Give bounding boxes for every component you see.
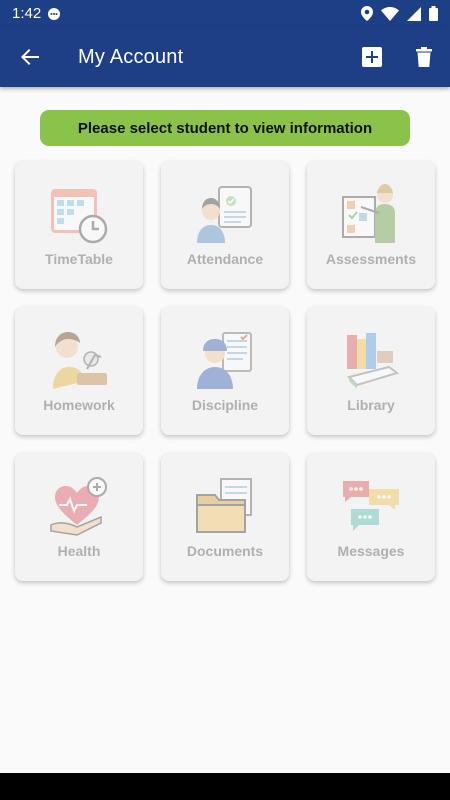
homework-icon [53, 332, 107, 389]
trash-icon [416, 47, 432, 67]
status-bar: 1:42 [0, 0, 450, 27]
page-title: My Account [78, 45, 184, 68]
health-icon [50, 477, 107, 536]
timetable-icon [51, 189, 108, 244]
tile-homework[interactable]: Homework [15, 307, 143, 435]
tile-assessments[interactable]: Assessments [307, 161, 435, 289]
tile-health[interactable]: Health [15, 453, 143, 581]
wifi-icon [381, 6, 399, 21]
arrow-back-icon [21, 49, 39, 65]
add-button[interactable] [346, 27, 398, 87]
status-time: 1:42 [12, 5, 42, 22]
library-icon [347, 333, 400, 389]
tile-timetable[interactable]: TimeTable [15, 161, 143, 289]
tile-library[interactable]: Library [307, 307, 435, 435]
tile-label: Discipline [191, 397, 259, 413]
signal-icon [407, 6, 421, 21]
tile-messages[interactable]: Messages [307, 453, 435, 581]
tile-label: Health [57, 543, 101, 559]
system-navigation-bar [0, 773, 450, 800]
location-icon [361, 6, 373, 21]
tile-attendance[interactable]: Attendance [161, 161, 289, 289]
add-box-icon [362, 47, 382, 67]
attendance-icon [197, 186, 252, 243]
delete-button[interactable] [398, 27, 450, 87]
tile-discipline[interactable]: Discipline [161, 307, 289, 435]
tile-label: TimeTable [45, 251, 113, 267]
select-student-banner: Please select student to view informatio… [40, 110, 410, 146]
tile-label: Library [347, 397, 395, 413]
assessments-icon [342, 184, 395, 243]
discipline-icon [197, 332, 252, 389]
tile-label: Messages [337, 543, 405, 559]
chat-notification-icon [48, 7, 61, 20]
documents-icon [196, 478, 252, 533]
battery-icon [429, 6, 438, 21]
tile-label: Attendance [186, 251, 264, 267]
messages-icon [343, 481, 399, 531]
tile-label: Assessments [325, 251, 417, 267]
tile-label: Homework [43, 397, 115, 413]
tile-documents[interactable]: Documents [161, 453, 289, 581]
back-button[interactable] [0, 27, 60, 87]
app-bar: My Account [0, 27, 450, 87]
tile-label: Documents [186, 543, 264, 559]
